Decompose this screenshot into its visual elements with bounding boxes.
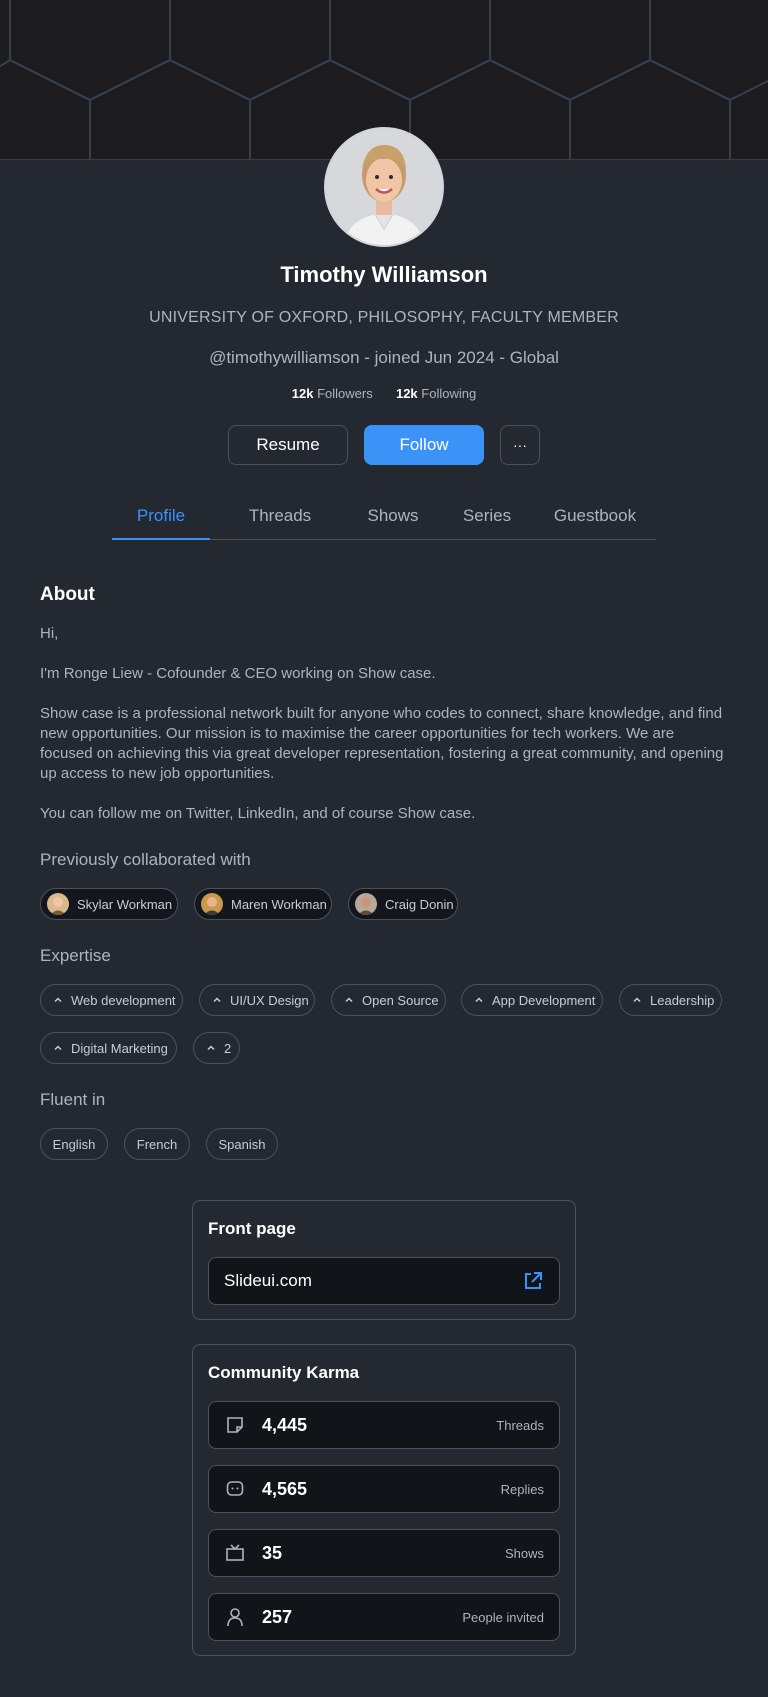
karma-label: People invited [462, 1609, 544, 1625]
external-link-icon[interactable] [522, 1270, 544, 1292]
about-greeting: Hi, [40, 625, 59, 642]
chevron-up-icon [632, 995, 642, 1005]
following-label[interactable]: Following [421, 386, 476, 401]
front-page-url: Slideui.com [224, 1271, 312, 1290]
chat-bubble-icon [224, 1478, 246, 1500]
about-description: Show case is a professional network buil… [40, 705, 724, 782]
expertise-tag[interactable]: Digital Marketing [40, 1032, 177, 1064]
about-intro: I'm Ronge Liew - Cofounder & CEO working… [40, 665, 436, 682]
karma-title: Community Karma [208, 1363, 360, 1382]
expertise-tag[interactable]: App Development [461, 984, 603, 1016]
collaborator-avatar [201, 893, 223, 915]
language-label: English [52, 1136, 96, 1152]
expertise-tag[interactable]: Web development [40, 984, 183, 1016]
user-icon [224, 1606, 246, 1628]
collaborator-name: Craig Donin [385, 896, 454, 912]
profile-photo [326, 129, 442, 245]
karma-value: 4,565 [262, 1478, 308, 1499]
chevron-up-icon [206, 1043, 216, 1053]
expertise-label: UI/UX Design [230, 992, 309, 1008]
expertise-label: Web development [71, 992, 176, 1008]
collaborator-name: Skylar Workman [77, 896, 173, 912]
profile-name: Timothy Williamson [280, 262, 488, 287]
followers-count: 12k [291, 386, 314, 401]
chevron-up-icon [53, 1043, 63, 1053]
follow-button[interactable]: Follow [364, 425, 484, 465]
tv-icon [224, 1542, 246, 1564]
front-page-title: Front page [208, 1219, 296, 1238]
front-page-link[interactable]: Slideui.com [208, 1257, 560, 1305]
chevron-up-icon [53, 995, 63, 1005]
profile-avatar[interactable] [324, 127, 444, 247]
chevron-up-icon [212, 995, 222, 1005]
collaborator-chip[interactable]: Craig Donin [348, 888, 458, 920]
collaborator-chip[interactable]: Skylar Workman [40, 888, 178, 920]
followers-label[interactable]: Followers [317, 386, 373, 401]
collaborator-avatar [47, 893, 69, 915]
karma-value: 4,445 [262, 1414, 308, 1435]
karma-row-threads[interactable]: 4,445 Threads [208, 1401, 560, 1449]
profile-handle: @timothywilliamson - joined Jun 2024 - G… [209, 348, 559, 367]
profile-tabs: Profile Threads Shows Series Guestbook [112, 500, 656, 540]
expertise-tag[interactable]: UI/UX Design [199, 984, 315, 1016]
chevron-up-icon [344, 995, 354, 1005]
karma-label: Threads [496, 1417, 544, 1433]
karma-value: 35 [262, 1542, 283, 1563]
language-label: French [136, 1136, 178, 1152]
expertise-label: Digital Marketing [71, 1040, 168, 1056]
about-title: About [40, 584, 95, 605]
expertise-more-count: 2 [224, 1040, 232, 1056]
following-count: 12k [395, 386, 418, 401]
expertise-label: App Development [492, 992, 596, 1008]
expertise-tag[interactable]: Open Source [331, 984, 446, 1016]
collaborator-chip[interactable]: Maren Workman [194, 888, 332, 920]
community-karma-card: Community Karma 4,445 Threads 4,565 Repl… [192, 1344, 576, 1656]
language-tag[interactable]: French [124, 1128, 190, 1160]
chevron-up-icon [474, 995, 484, 1005]
tab-profile[interactable]: Profile [112, 500, 210, 540]
collaborator-avatar [355, 893, 377, 915]
more-options-button[interactable]: ··· [500, 425, 540, 465]
collaborated-title: Previously collaborated with [40, 850, 251, 869]
tab-guestbook[interactable]: Guestbook [538, 500, 652, 540]
karma-label: Shows [504, 1545, 544, 1561]
karma-value: 257 [262, 1606, 293, 1627]
follow-stats: 12k Followers 12k Following [0, 386, 768, 401]
about-follow-note: You can follow me on Twitter, LinkedIn, … [40, 805, 476, 822]
tab-shows[interactable]: Shows [350, 500, 436, 540]
language-tag[interactable]: Spanish [206, 1128, 278, 1160]
expertise-label: Leadership [650, 992, 715, 1008]
profile-role: UNIVERSITY OF OXFORD, PHILOSOPHY, FACULT… [149, 309, 619, 326]
language-tag[interactable]: English [40, 1128, 108, 1160]
karma-label: Replies [500, 1481, 544, 1497]
karma-row-shows[interactable]: 35 Shows [208, 1529, 560, 1577]
front-page-card: Front page Slideui.com [192, 1200, 576, 1320]
karma-row-people-invited[interactable]: 257 People invited [208, 1593, 560, 1641]
tab-series[interactable]: Series [446, 500, 528, 540]
language-label: Spanish [218, 1136, 266, 1152]
karma-row-replies[interactable]: 4,565 Replies [208, 1465, 560, 1513]
more-icon: ··· [513, 437, 527, 453]
expertise-more-tag[interactable]: 2 [193, 1032, 240, 1064]
note-icon [224, 1414, 246, 1436]
expertise-title: Expertise [40, 946, 111, 965]
expertise-label: Open Source [362, 992, 439, 1008]
tab-threads[interactable]: Threads [230, 500, 330, 540]
expertise-tag[interactable]: Leadership [619, 984, 722, 1016]
resume-button[interactable]: Resume [228, 425, 348, 465]
fluent-title: Fluent in [40, 1090, 106, 1109]
collaborator-name: Maren Workman [231, 896, 327, 912]
